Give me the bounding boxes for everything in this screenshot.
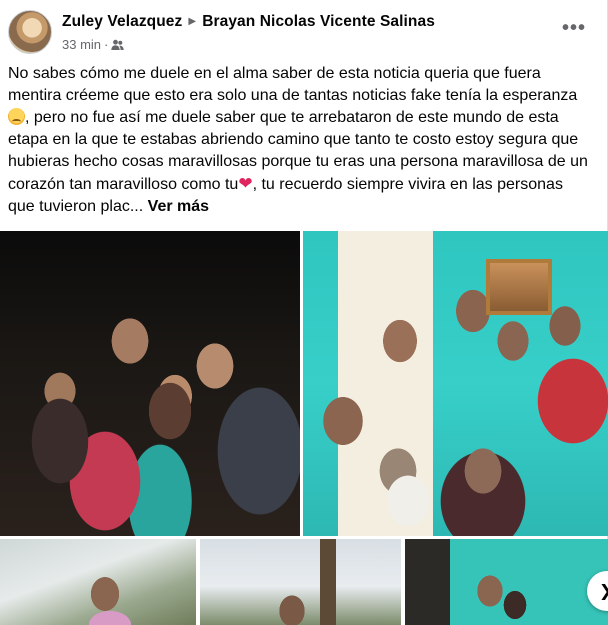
post-text-part-1: No sabes cómo me duele en el alma saber … [8, 65, 578, 104]
photo-grid [0, 231, 608, 625]
more-options-icon[interactable]: ••• [556, 18, 592, 46]
facebook-post: Zuley Velazquez ▶ Brayan Nicolas Vicente S… [0, 0, 608, 625]
chevron-right-icon: ❯ [599, 581, 608, 601]
post-names: Zuley Velazquez ▶ Brayan Nicolas Vicente S… [62, 13, 435, 31]
palm-tree-photo[interactable] [0, 539, 196, 625]
red-heart-emoji: ❤ [238, 174, 253, 193]
author-avatar[interactable] [8, 10, 52, 54]
outdoor-tree-photo[interactable] [200, 539, 401, 625]
friends-icon[interactable] [111, 39, 125, 54]
post-header: Zuley Velazquez ▶ Brayan Nicolas Vicente S… [0, 0, 608, 62]
post-text: No sabes cómo me duele en el alma saber … [8, 63, 594, 218]
post-timestamp[interactable]: 33 min [62, 37, 101, 52]
author-name[interactable]: Zuley Velazquez [62, 13, 182, 30]
disappointed-face-emoji [8, 108, 25, 125]
post-meta: 33 min · [62, 37, 125, 54]
recipient-name[interactable]: Brayan Nicolas Vicente Salinas [202, 13, 435, 30]
wall-painting [486, 259, 552, 315]
indoor-teal-photo[interactable] [405, 539, 608, 625]
triangle-right-icon: ▶ [188, 16, 197, 27]
family-indoor-photo[interactable] [303, 231, 608, 536]
group-night-photo[interactable] [0, 231, 300, 536]
meta-separator: · [104, 37, 109, 52]
see-more-link[interactable]: Ver más [148, 198, 209, 215]
